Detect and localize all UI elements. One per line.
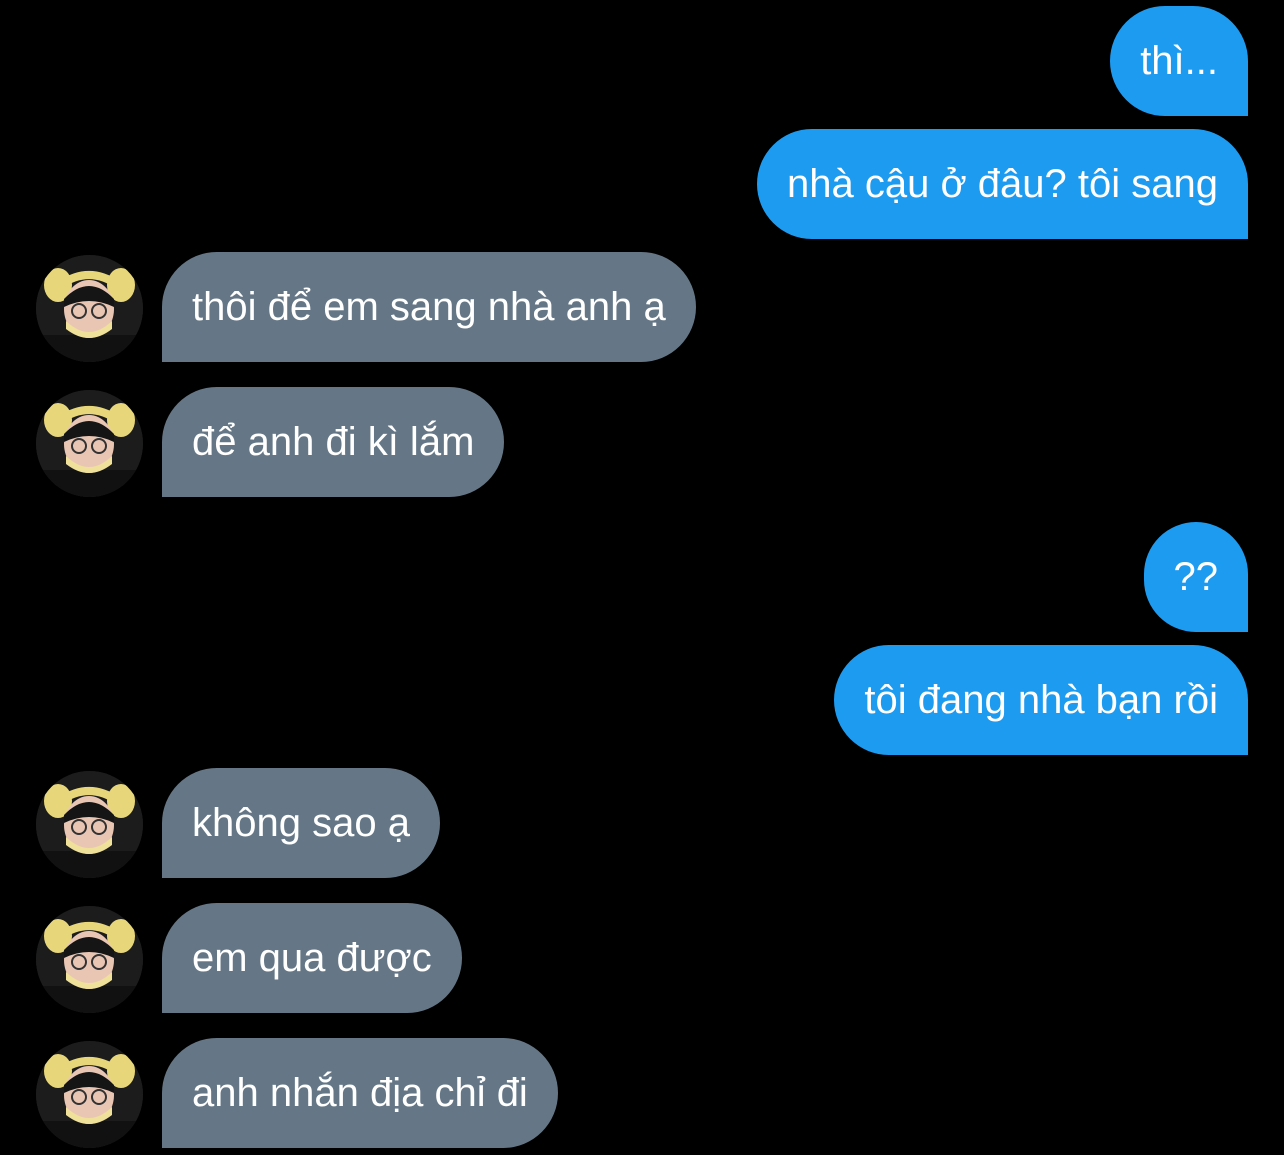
contact-avatar-icon	[36, 771, 143, 878]
message-bubble-incoming[interactable]: để anh đi kì lắm	[162, 387, 505, 497]
message-bubble-outgoing[interactable]: nhà cậu ở đâu? tôi sang	[757, 129, 1248, 239]
message-bubble-outgoing[interactable]: thì...	[1110, 6, 1248, 116]
message-bubble-incoming[interactable]: thôi để em sang nhà anh ạ	[162, 252, 696, 362]
contact-avatar-icon	[36, 390, 143, 497]
contact-avatar-icon	[36, 255, 143, 362]
contact-avatar-icon	[36, 1041, 143, 1148]
contact-avatar[interactable]	[36, 771, 143, 878]
message-bubble-outgoing[interactable]: tôi đang nhà bạn rồi	[834, 645, 1248, 755]
message-bubble-outgoing[interactable]: ??	[1143, 522, 1248, 632]
contact-avatar[interactable]	[36, 390, 143, 497]
message-bubble-incoming[interactable]: em qua được	[162, 903, 462, 1013]
contact-avatar[interactable]	[36, 255, 143, 362]
chat-thread: thì... nhà cậu ở đâu? tôi sang thôi để e…	[0, 0, 1284, 1155]
contact-avatar[interactable]	[36, 1041, 143, 1148]
contact-avatar[interactable]	[36, 906, 143, 1013]
contact-avatar-icon	[36, 906, 143, 1013]
message-bubble-incoming[interactable]: không sao ạ	[162, 768, 440, 878]
message-bubble-incoming[interactable]: anh nhắn địa chỉ đi	[162, 1038, 558, 1148]
